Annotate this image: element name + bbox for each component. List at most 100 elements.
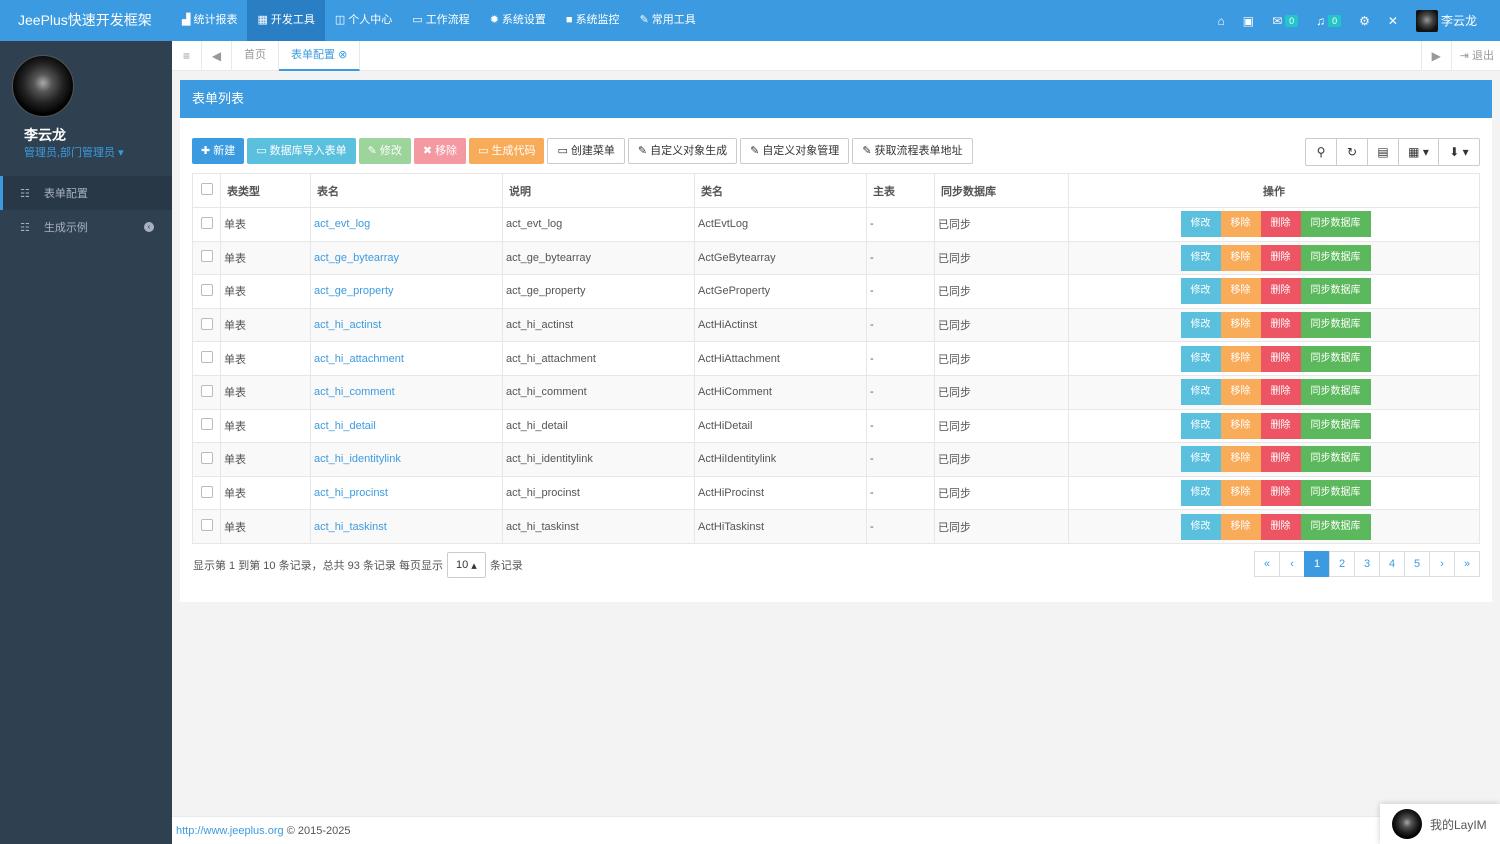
page-button[interactable]: 3 <box>1354 551 1380 577</box>
sidebar-item-form-config[interactable]: ☷ 表单配置 <box>0 176 172 210</box>
top-menu-item[interactable]: ▦ 开发工具 <box>247 0 325 41</box>
export-icon[interactable]: ⬇ ▾ <box>1439 139 1479 165</box>
row-remove-button[interactable]: 移除 <box>1220 211 1261 238</box>
table-name-link[interactable]: act_ge_property <box>314 285 394 297</box>
user-menu[interactable]: 李云龙 <box>1407 9 1486 32</box>
row-edit-button[interactable]: 修改 <box>1180 244 1221 271</box>
notification-button[interactable]: ♫ 0 <box>1307 14 1350 28</box>
col-desc[interactable]: 说明 <box>502 173 695 208</box>
top-menu-item[interactable]: ✹ 系统设置 <box>480 0 556 41</box>
columns-icon[interactable]: ▦ ▾ <box>1399 139 1439 165</box>
row-delete-button[interactable]: 删除 <box>1260 345 1301 372</box>
row-checkbox[interactable] <box>200 351 213 364</box>
page-button[interactable]: 5 <box>1404 551 1430 577</box>
row-checkbox[interactable] <box>200 451 213 464</box>
brand-title[interactable]: JeePlus快速开发框架 <box>0 0 172 41</box>
language-icon[interactable]: ▣ <box>1234 14 1263 28</box>
page-button[interactable]: « <box>1254 551 1280 577</box>
row-delete-button[interactable]: 删除 <box>1260 412 1301 439</box>
gen-code-button[interactable]: ▭ 生成代码 <box>469 138 545 164</box>
toggle-view-icon[interactable]: ▤ <box>1368 139 1399 165</box>
top-menu-item[interactable]: ◫ 个人中心 <box>325 0 402 41</box>
row-checkbox[interactable] <box>200 418 213 431</box>
page-button[interactable]: » <box>1454 551 1480 577</box>
close-icon[interactable]: ⊗ <box>338 49 347 61</box>
edit-button[interactable]: ✎ 修改 <box>358 138 411 164</box>
page-button[interactable]: 2 <box>1329 551 1355 577</box>
row-checkbox[interactable] <box>200 283 213 296</box>
row-delete-button[interactable]: 删除 <box>1260 446 1301 473</box>
top-menu-item[interactable]: ✎ 常用工具 <box>630 0 706 41</box>
page-button[interactable]: ‹ <box>1279 551 1305 577</box>
fullscreen-icon[interactable]: ✕ <box>1379 14 1407 28</box>
row-sync-button[interactable]: 同步数据库 <box>1300 379 1371 406</box>
row-remove-button[interactable]: 移除 <box>1220 412 1261 439</box>
row-sync-button[interactable]: 同步数据库 <box>1300 244 1371 271</box>
table-name-link[interactable]: act_ge_bytearray <box>314 252 399 264</box>
profile-role-dropdown[interactable]: 管理员,部门管理员 ▾ <box>24 144 124 160</box>
select-all-checkbox[interactable] <box>200 183 213 195</box>
row-edit-button[interactable]: 修改 <box>1180 412 1221 439</box>
page-button[interactable]: 4 <box>1379 551 1405 577</box>
page-button[interactable]: › <box>1429 551 1455 577</box>
theme-icon[interactable]: ⚙ <box>1350 14 1379 28</box>
search-icon[interactable]: ⚲ <box>1306 139 1337 165</box>
col-type[interactable]: 表类型 <box>220 173 311 208</box>
row-sync-button[interactable]: 同步数据库 <box>1300 312 1371 339</box>
table-name-link[interactable]: act_hi_comment <box>314 386 395 398</box>
row-sync-button[interactable]: 同步数据库 <box>1300 211 1371 238</box>
row-edit-button[interactable]: 修改 <box>1180 480 1221 507</box>
home-icon[interactable]: ⌂ <box>1208 14 1233 28</box>
row-edit-button[interactable]: 修改 <box>1180 446 1221 473</box>
table-name-link[interactable]: act_hi_detail <box>314 420 376 432</box>
import-button[interactable]: ▭ 数据库导入表单 <box>247 138 356 164</box>
tab-scroll-right-icon[interactable]: ▶ <box>1420 40 1451 71</box>
row-remove-button[interactable]: 移除 <box>1220 312 1261 339</box>
row-edit-button[interactable]: 修改 <box>1180 513 1221 540</box>
mail-button[interactable]: ✉ 0 <box>1263 14 1307 28</box>
new-button[interactable]: ✚ 新建 <box>192 138 245 164</box>
row-edit-button[interactable]: 修改 <box>1180 278 1221 305</box>
sidebar-item-gen-example[interactable]: ☷ 生成示例 ‹ <box>0 210 172 244</box>
row-sync-button[interactable]: 同步数据库 <box>1300 412 1371 439</box>
table-name-link[interactable]: act_hi_identitylink <box>314 453 401 465</box>
custom-manage-button[interactable]: ✎ 自定义对象管理 <box>740 138 850 164</box>
create-menu-button[interactable]: ▭ 创建菜单 <box>547 138 625 164</box>
row-delete-button[interactable]: 删除 <box>1260 244 1301 271</box>
row-checkbox[interactable] <box>200 250 213 263</box>
row-delete-button[interactable]: 删除 <box>1260 312 1301 339</box>
page-button[interactable]: 1 <box>1304 551 1330 577</box>
row-sync-button[interactable]: 同步数据库 <box>1300 480 1371 507</box>
row-remove-button[interactable]: 移除 <box>1220 345 1261 372</box>
row-checkbox[interactable] <box>200 317 213 330</box>
row-edit-button[interactable]: 修改 <box>1180 211 1221 238</box>
row-sync-button[interactable]: 同步数据库 <box>1300 446 1371 473</box>
col-master[interactable]: 主表 <box>866 173 935 208</box>
row-checkbox[interactable] <box>200 216 213 229</box>
row-delete-button[interactable]: 删除 <box>1260 278 1301 305</box>
remove-button[interactable]: ✖ 移除 <box>413 138 467 164</box>
col-name[interactable]: 表名 <box>310 173 503 208</box>
row-delete-button[interactable]: 删除 <box>1260 513 1301 540</box>
row-sync-button[interactable]: 同步数据库 <box>1300 278 1371 305</box>
tab-form-config[interactable]: 表单配置 ⊗ <box>279 40 361 71</box>
row-edit-button[interactable]: 修改 <box>1180 312 1221 339</box>
table-name-link[interactable]: act_hi_taskinst <box>314 521 387 533</box>
table-name-link[interactable]: act_hi_procinst <box>314 487 388 499</box>
row-remove-button[interactable]: 移除 <box>1220 244 1261 271</box>
tab-scroll-left-icon[interactable]: ◀ <box>202 40 232 71</box>
layim-widget[interactable]: 我的LayIM <box>1380 804 1500 844</box>
top-menu-item[interactable]: ▟ 统计报表 <box>172 0 247 41</box>
custom-gen-button[interactable]: ✎ 自定义对象生成 <box>627 138 738 164</box>
tab-home[interactable]: 首页 <box>232 40 279 71</box>
row-checkbox[interactable] <box>200 384 213 397</box>
flow-url-button[interactable]: ✎ 获取流程表单地址 <box>852 138 973 164</box>
profile-avatar[interactable] <box>12 55 74 117</box>
top-menu-item[interactable]: ▭ 工作流程 <box>402 0 479 41</box>
row-delete-button[interactable]: 删除 <box>1260 480 1301 507</box>
row-delete-button[interactable]: 删除 <box>1260 379 1301 406</box>
col-class[interactable]: 类名 <box>694 173 867 208</box>
row-sync-button[interactable]: 同步数据库 <box>1300 513 1371 540</box>
row-checkbox[interactable] <box>200 485 213 498</box>
menu-toggle-icon[interactable]: ≡ <box>172 40 202 71</box>
